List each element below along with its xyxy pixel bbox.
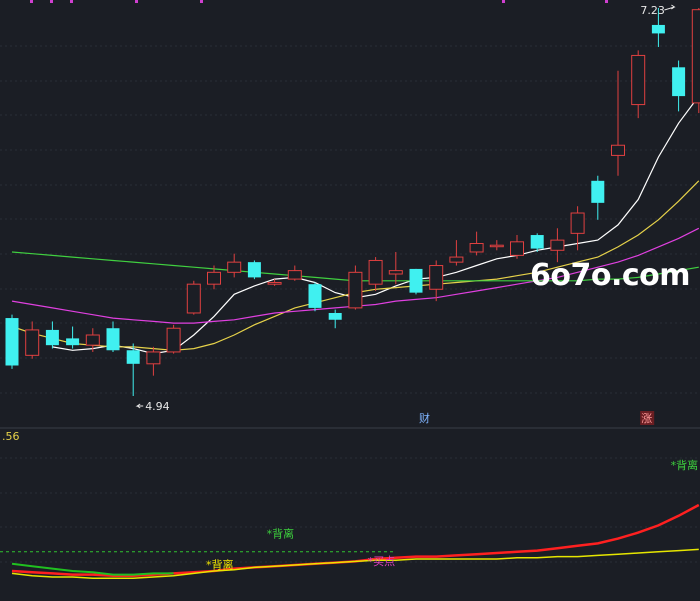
candle-body [651,24,665,34]
candle-body [146,351,161,365]
candlestick [227,253,242,278]
candle-body [106,328,120,351]
candle-body [85,334,100,346]
candlestick [611,70,625,176]
top-marker-row [30,0,608,3]
candlestick [247,260,261,280]
low-price-label: 4.94 [145,400,170,413]
candle-body [45,329,59,346]
candlestick [449,240,464,266]
candlestick [25,321,40,359]
event-marker: 涨 [641,412,652,425]
candlestick [45,321,59,349]
moving-average-line [52,95,700,355]
candle-body [227,261,242,273]
top-marker [605,0,608,3]
candlestick [409,268,423,295]
candle-body [429,265,444,290]
candle-body [348,271,363,309]
candlestick [146,346,161,376]
candle-body [570,212,585,234]
event-markers: 财涨 [419,411,655,425]
candlestick [388,251,403,285]
candle-body [388,270,403,275]
high-price-label: 7.23 [640,4,665,17]
candle-body [247,262,261,278]
candlestick [469,231,484,256]
candlestick [368,257,383,291]
candle-body [25,329,40,356]
top-marker [502,0,505,3]
candle-body [287,270,302,280]
candle-body [469,243,484,253]
candlestick [672,60,686,112]
indicator-signal-label: *买点 [368,555,396,568]
candle-body [207,271,221,285]
candle-body [328,312,342,320]
candlesticks [5,8,700,396]
candlestick [489,240,504,251]
candlestick [126,343,140,396]
event-marker: 财 [419,411,430,425]
candlestick [348,265,363,310]
candlestick [66,326,80,349]
top-marker [135,0,138,3]
candle-body [5,318,19,366]
candlestick [429,260,444,302]
watermark: 6o7o.com [530,258,691,293]
candle-body [186,283,201,314]
candle-body [409,268,423,293]
candlestick [631,50,646,119]
candlestick [328,309,342,329]
candle-body [691,9,700,104]
candlestick [186,280,201,315]
kline-chart[interactable]: 7.23 4.94 财涨 .56 *背离*背离 *买点*背离 [0,0,700,601]
candlestick [308,282,322,312]
candlestick [287,265,302,281]
candle-body [66,338,80,346]
candle-body [510,241,524,256]
candle-body [166,327,181,353]
candle-body [489,244,504,248]
indicator-signal-label: *背离 [671,458,699,472]
candle-body [611,144,625,156]
candle-body [672,67,686,97]
indicator-panel: *背离 *背离 *买点 *背离 [0,458,700,579]
candle-body [631,54,646,106]
low-price-arrow [135,403,144,409]
candlestick [166,324,181,354]
indicator-line [11,503,700,578]
high-price-arrow [664,4,676,11]
top-marker [50,0,53,3]
candlestick [106,321,120,352]
moving-average-lines [11,95,700,355]
candle-body [449,256,464,263]
top-marker [200,0,203,3]
candlestick [5,314,19,369]
top-marker [70,0,73,3]
price-labels: 7.23 4.94 [135,4,676,413]
candle-body [308,284,322,308]
candle-body [267,281,282,285]
indicator-value-label: .56 [2,430,20,443]
indicator-signal-label: *背离 [206,558,234,572]
candle-body [530,235,544,249]
indicator-signal-label: *背离 [267,526,295,540]
candle-body [550,239,565,251]
candle-body [591,180,605,203]
candle-body [368,259,383,285]
candlestick [691,8,700,114]
candlestick [591,175,605,220]
candle-body [126,350,140,364]
candlestick [510,235,524,259]
top-marker [30,0,33,3]
